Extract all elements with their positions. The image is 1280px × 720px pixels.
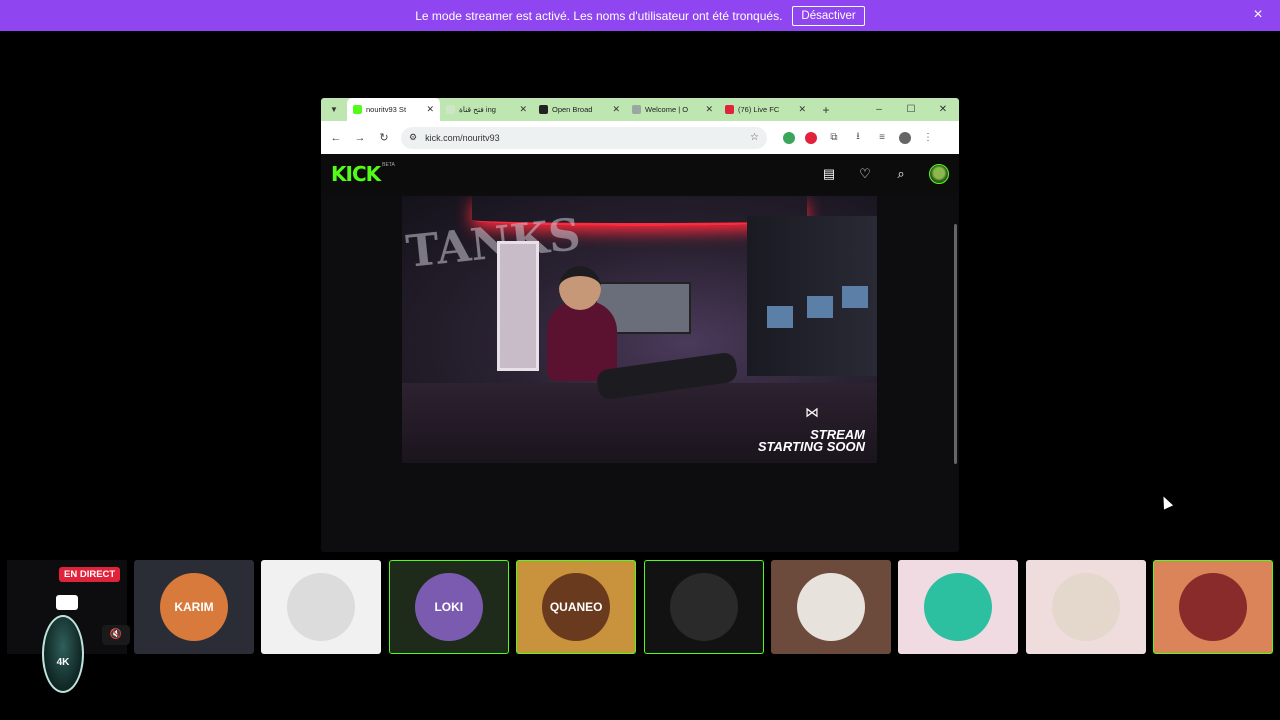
arcade-machines	[747, 216, 877, 376]
close-icon[interactable]: ×	[1250, 7, 1266, 23]
tab-3[interactable]: Welcome | O ✕	[626, 98, 719, 121]
stream-starting-soon-text: STREAM STARTING SOON	[757, 427, 865, 454]
streamer-avatar	[1051, 573, 1120, 641]
search-icon[interactable]: ⌕	[893, 166, 909, 182]
live-badge: EN DIRECT	[59, 567, 121, 582]
video-player[interactable]: TANKS ⋈ STREAM STARTING SOON	[402, 196, 877, 463]
live-avatar: 4K	[42, 615, 84, 693]
stream-tile[interactable]	[643, 560, 764, 654]
mute-icon[interactable]: 🔇	[102, 625, 130, 645]
stream-tile[interactable]	[1153, 560, 1274, 654]
stream-tile[interactable]: QUANEO	[516, 560, 637, 654]
library-icon[interactable]: ▤	[821, 166, 837, 182]
player-area: TANKS ⋈ STREAM STARTING SOON	[321, 194, 959, 552]
streamer-avatar: QUANEO	[542, 573, 611, 641]
stream-tile[interactable]: KARIM	[134, 560, 254, 654]
favicon-icon	[632, 105, 641, 114]
close-tab-icon[interactable]: ✕	[426, 104, 434, 115]
tab-strip: ▼ nouritv93 St ✕ فتح قناة ing ✕ Open Broad ✕ W…	[321, 98, 959, 121]
streamer-name: LOKI	[434, 600, 464, 614]
close-tab-icon[interactable]: ✕	[798, 104, 806, 115]
close-tab-icon[interactable]: ✕	[612, 104, 620, 115]
browser-window: ▼ nouritv93 St ✕ فتح قناة ing ✕ Open Broad ✕ W…	[321, 98, 959, 552]
profile-icon[interactable]	[899, 131, 911, 144]
media-icon[interactable]: ≡	[875, 132, 889, 143]
kick-header: KICK BETA ▤ ♡ ⌕	[321, 154, 959, 194]
close-window-button[interactable]: ✕	[927, 104, 959, 115]
browser-toolbar: ← → ↻ ⚙ kick.com/nouritv93 ☆ ⧉ ⭳ ≡ ⋮	[321, 121, 959, 154]
window-controls: – ☐ ✕	[863, 104, 959, 115]
streamer-name: QUANEO	[549, 600, 603, 614]
kick-logo[interactable]: KICK	[331, 162, 381, 186]
favicon-icon	[725, 105, 734, 114]
stream-tile[interactable]: LOKI	[388, 560, 509, 654]
stream-strip: EN DIRECT 4K 🔇 KARIM LOKI QUANEO	[0, 560, 1280, 693]
user-avatar[interactable]	[929, 164, 949, 184]
address-bar[interactable]: ⚙ kick.com/nouritv93 ☆	[401, 126, 767, 149]
tab-title: Open Broad	[552, 105, 593, 114]
deactivate-button[interactable]: Désactiver	[792, 5, 865, 26]
streamer-avatar: LOKI	[414, 573, 483, 641]
stream-tile[interactable]	[771, 560, 891, 654]
heart-icon[interactable]: ♡	[857, 166, 873, 182]
back-arrow-icon[interactable]: ←	[329, 132, 343, 144]
minimize-button[interactable]: –	[863, 104, 895, 115]
favicon-icon	[446, 105, 455, 114]
chat-bubble-icon	[56, 595, 78, 610]
mouse-cursor-icon	[1158, 494, 1174, 510]
streamer-name: KARIM	[174, 600, 214, 614]
stream-tile[interactable]	[261, 560, 382, 654]
bookmark-star-icon[interactable]: ☆	[750, 132, 759, 143]
favicon-icon	[353, 105, 362, 114]
tab-1[interactable]: فتح قناة ing ✕	[440, 98, 533, 121]
extension-icon[interactable]	[783, 131, 795, 144]
download-icon[interactable]: ⭳	[851, 129, 865, 146]
streamer-avatar	[924, 573, 993, 641]
scrollbar[interactable]	[954, 224, 957, 464]
forward-arrow-icon[interactable]: →	[353, 132, 367, 144]
tab-2[interactable]: Open Broad ✕	[533, 98, 626, 121]
extensions-area: ⧉ ⭳ ≡ ⋮	[783, 129, 935, 146]
streamer-avatar: KARIM	[160, 573, 228, 641]
streamer-avatar	[1179, 573, 1248, 641]
streamer-avatar	[287, 573, 356, 641]
beta-label: BETA	[382, 162, 395, 168]
site-info-icon[interactable]: ⚙	[409, 132, 417, 143]
tab-0[interactable]: nouritv93 St ✕	[347, 98, 440, 121]
bow-icon: ⋈	[805, 404, 819, 420]
maximize-button[interactable]: ☐	[895, 104, 927, 115]
close-tab-icon[interactable]: ✕	[705, 104, 713, 115]
tab-title: nouritv93 St	[366, 105, 407, 114]
streamer-mode-banner: Le mode streamer est activé. Les noms d'…	[0, 0, 1280, 31]
extension-icon[interactable]	[805, 131, 817, 144]
url-text: kick.com/nouritv93	[425, 132, 500, 143]
door	[497, 241, 539, 371]
reload-icon[interactable]: ↻	[377, 131, 391, 144]
close-tab-icon[interactable]: ✕	[519, 104, 527, 115]
live-tile[interactable]: EN DIRECT 4K 🔇	[7, 560, 130, 693]
streamer-avatar	[797, 573, 865, 641]
tab-4[interactable]: (76) Live FC ✕	[719, 98, 812, 121]
streamer-avatar	[669, 573, 738, 641]
stream-tile[interactable]	[898, 560, 1019, 654]
favicon-icon	[539, 105, 548, 114]
tab-title: فتح قناة ing	[459, 105, 496, 114]
streamer-avatar-illustration	[537, 266, 739, 436]
tab-title: (76) Live FC	[738, 105, 780, 114]
banner-message: Le mode streamer est activé. Les noms d'…	[415, 8, 783, 23]
new-tab-button[interactable]: +	[816, 103, 836, 117]
puzzle-icon[interactable]: ⧉	[827, 132, 841, 143]
stream-tile[interactable]	[1025, 560, 1146, 654]
menu-icon[interactable]: ⋮	[921, 132, 935, 143]
tab-title: Welcome | O	[645, 105, 689, 114]
tab-search-icon[interactable]: ▼	[327, 103, 341, 117]
